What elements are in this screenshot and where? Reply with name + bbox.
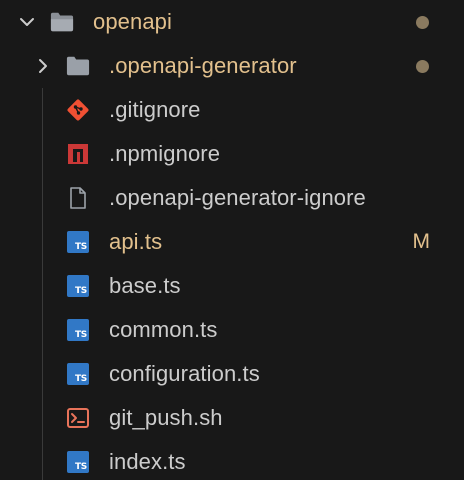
changes-dot [416,16,429,29]
typescript-icon: TS [66,274,90,298]
tree-file-openapi-generator-ignore[interactable]: .openapi-generator-ignore [0,176,464,220]
typescript-icon: TS [66,230,90,254]
tree-file-label: index.ts [109,449,186,474]
changes-dot [416,60,429,73]
tree-file-git-push-sh[interactable]: git_push.sh [0,396,464,440]
tree-file-label: api.ts [109,229,163,254]
tree-file-base-ts[interactable]: TS base.ts [0,264,464,308]
chevron-down-icon[interactable] [18,13,36,31]
file-icon [66,186,90,210]
file-explorer: openapi .openapi-generator .gitignore .n… [0,0,464,480]
git-status-badge: M [412,230,431,253]
tree-file-npmignore[interactable]: .npmignore [0,132,464,176]
tree-file-label: base.ts [109,273,181,298]
tree-file-label: git_push.sh [109,405,223,430]
typescript-icon: TS [66,318,90,342]
folder-icon [66,54,90,78]
tree-file-gitignore[interactable]: .gitignore [0,88,464,132]
typescript-icon: TS [66,362,90,386]
tree-file-common-ts[interactable]: TS common.ts [0,308,464,352]
folder-open-icon [50,10,74,34]
npm-icon [66,142,90,166]
tree-file-label: configuration.ts [109,361,260,386]
tree-file-configuration-ts[interactable]: TS configuration.ts [0,352,464,396]
shell-icon [66,406,90,430]
tree-file-index-ts[interactable]: TS index.ts [0,440,464,480]
typescript-icon: TS [66,450,90,474]
tree-folder-openapi-generator[interactable]: .openapi-generator [0,44,464,88]
tree-file-label: .openapi-generator-ignore [109,185,366,210]
tree-file-api-ts[interactable]: TS api.ts M [0,220,464,264]
tree-file-label: .npmignore [109,141,221,166]
tree-file-label: .gitignore [109,97,201,122]
tree-folder-label: .openapi-generator [109,53,297,78]
tree-file-label: common.ts [109,317,218,342]
git-icon [66,98,90,122]
chevron-right-icon[interactable] [34,57,52,75]
tree-folder-label: openapi [93,9,172,34]
tree-folder-openapi[interactable]: openapi [0,0,464,44]
